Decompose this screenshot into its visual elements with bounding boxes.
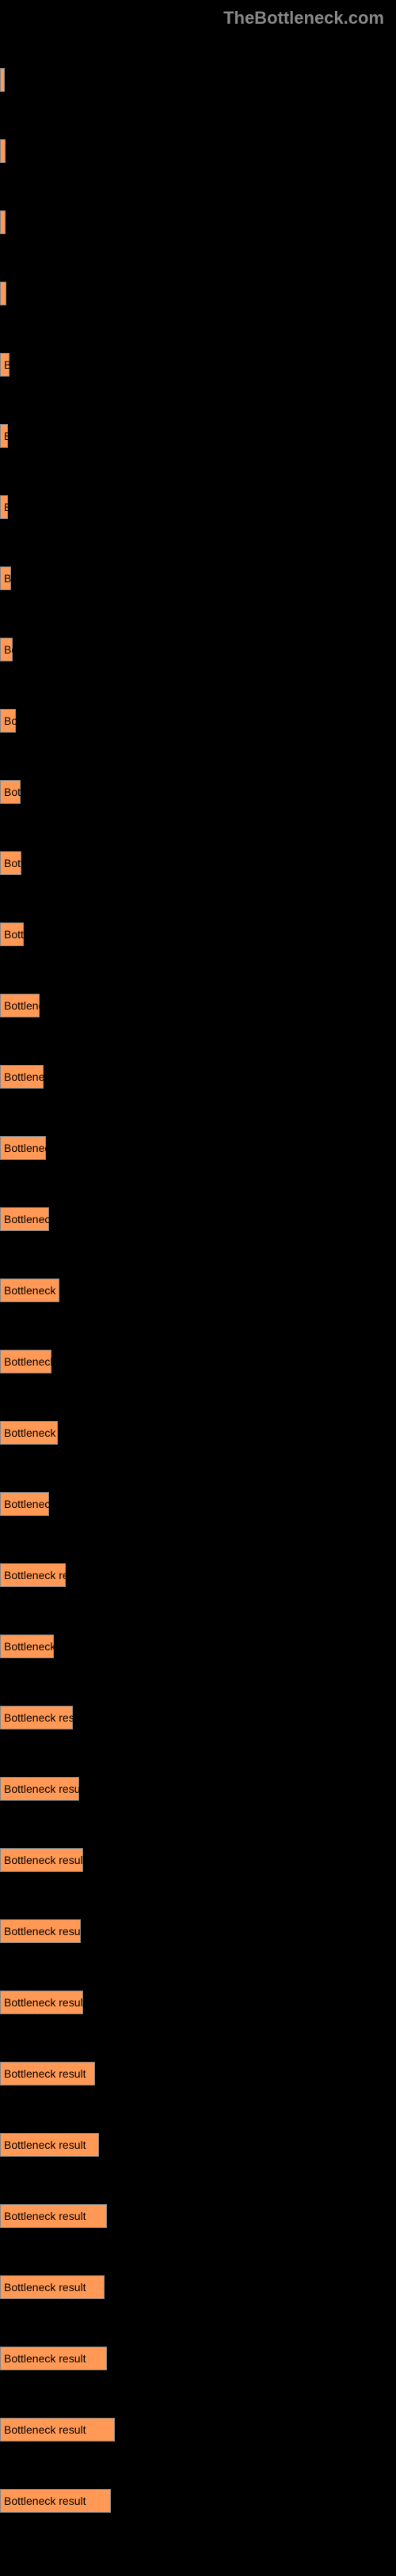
bar-row: Bottlenec [0,994,396,1017]
chart-bar: Bottleneck result [0,2418,115,2442]
bar-row: Bottleneck result [0,2275,396,2299]
chart-bar: Bottleneck result [0,1919,81,1943]
bar-row: Bottleneck result [0,2347,396,2370]
chart-bar: Bottleneck re [0,1065,44,1089]
bar-row: Bottleneck [0,1136,396,1160]
chart-bar: Bottleneck result [0,2489,111,2513]
chart-bar: B [0,353,10,377]
bar-row: Bottleneck resul [0,1421,396,1445]
bar-row: Bottleneck result [0,1991,396,2014]
bar-row: Bottleneck resu [0,1207,396,1231]
bar-row [0,68,396,92]
chart-bar: Bottleneck result [0,1777,79,1801]
bar-row [0,282,396,305]
chart-bar: Bottleneck result [0,1706,73,1729]
chart-bar: Bottleneck resul [0,1421,58,1445]
bar-row: Bott [0,780,396,804]
chart-bar [0,68,5,92]
bar-row: Bottleneck result [0,2418,396,2442]
chart-bar: B [0,495,8,519]
bar-row: Bottleneck result [0,2204,396,2228]
bar-row: Bottleneck result [0,1777,396,1801]
chart-bar: Bottleneck result [0,2347,107,2370]
chart-bar: Bottleneck result [0,1563,66,1587]
chart-bar [0,210,6,234]
bar-row: Bottleneck result [0,1706,396,1729]
bar-row: Bottleneck result [0,2062,396,2085]
bar-row: B [0,566,396,590]
bar-row: Bo [0,638,396,661]
chart-bar [0,282,6,305]
chart-bar: Bottleneck [0,1136,46,1160]
bar-row: Bottleneck result [0,1848,396,1872]
chart-bar: Bottleneck resu [0,1635,54,1658]
bar-row: Bottleneck result [0,1563,396,1587]
chart-bar: Bottleneck result [0,1279,59,1302]
bar-row: Bottleneck result [0,2489,396,2513]
bar-row: Bottleneck result [0,1279,396,1302]
chart-bar: Bottl [0,922,24,946]
bar-row: Bo [0,709,396,733]
chart-bar [0,139,6,163]
chart-bar: Bo [0,709,16,733]
chart-bar: B [0,424,8,448]
bar-row: B [0,353,396,377]
bar-row: Bottl [0,922,396,946]
chart-bar: Bottleneck result [0,2062,95,2085]
chart-bar: Bott [0,780,21,804]
bar-row: B [0,424,396,448]
bar-row: Bottleneck res [0,1350,396,1373]
bar-row: B [0,495,396,519]
chart-bar: Bottleneck result [0,1848,83,1872]
chart-bar: Bottleneck resu [0,1207,49,1231]
chart-bar: Bo [0,638,13,661]
bar-row [0,210,396,234]
bar-row: Bottleneck re [0,1492,396,1516]
chart-bar: Bottleneck result [0,2133,99,2157]
chart-bar: Bottleneck result [0,2204,107,2228]
bar-row: Bottleneck re [0,1065,396,1089]
chart-bar: Bottleneck result [0,2275,105,2299]
site-title: TheBottleneck.com [0,0,396,36]
chart-bar: Bottleneck res [0,1350,51,1373]
bar-row: Bottleneck result [0,2133,396,2157]
chart-bar: Bottleneck result [0,1991,83,2014]
chart-bar: Bottleneck re [0,1492,49,1516]
chart-bar: Bott [0,851,21,875]
bar-row: Bott [0,851,396,875]
chart-bar: Bottlenec [0,994,40,1017]
bar-row [0,139,396,163]
bar-row: Bottleneck result [0,1919,396,1943]
chart-container: B B B B Bo Bo Bott Bott Bottl Bottlenec Bottleneck… [0,36,396,2576]
chart-bar: B [0,566,11,590]
bar-row: Bottleneck resu [0,1635,396,1658]
